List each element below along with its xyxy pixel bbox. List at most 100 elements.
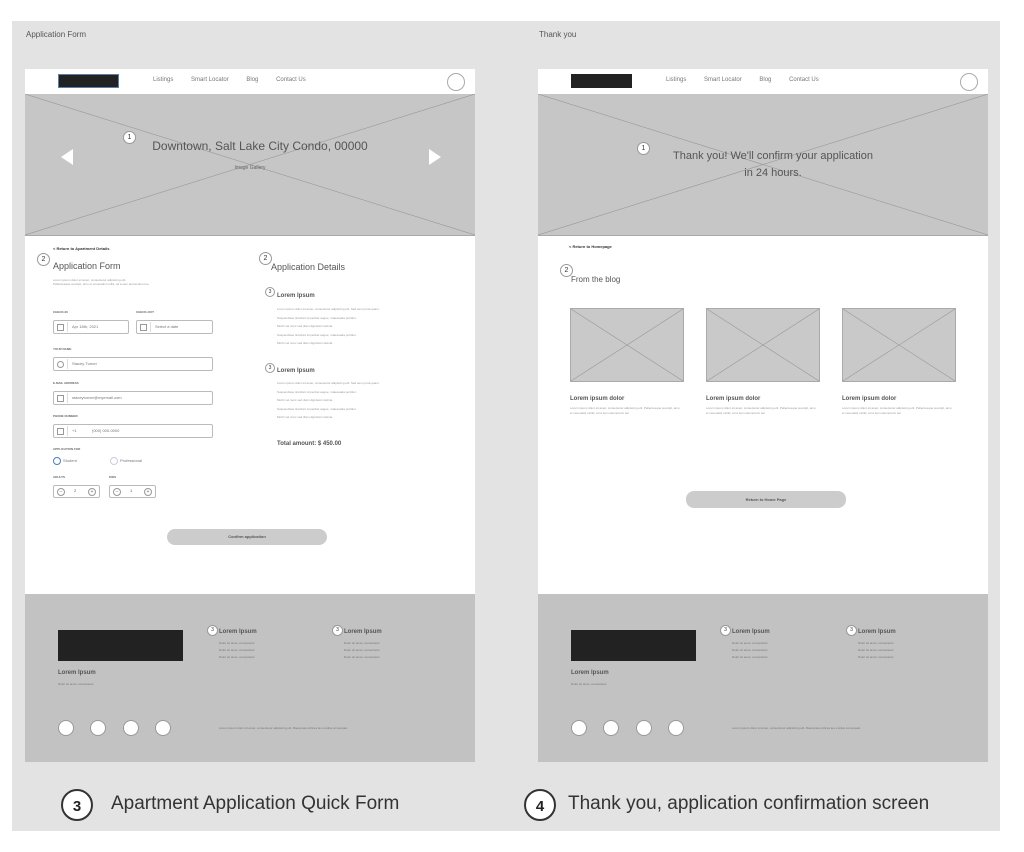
text-line: Morbi vel nunc sed diam dignissim lacini… [277, 324, 334, 328]
footer-col-title: Lorem Ipsum [219, 629, 257, 635]
footer-col-link[interactable]: Dolor sit amet, consectetur [344, 654, 380, 660]
footer-col-link[interactable]: Dolor sit amet, consectetur [344, 640, 380, 646]
nav-link-listings[interactable]: Listings [666, 77, 686, 83]
nav-link-contact[interactable]: Contact Us [276, 77, 306, 83]
name-field[interactable]: Stacey Turner [53, 357, 213, 371]
navbar: Listings Smart Locator Blog Contact Us [25, 69, 475, 95]
site-logo[interactable] [571, 74, 632, 88]
nav-link-contact[interactable]: Contact Us [789, 77, 819, 83]
email-label: E-MAIL ADDRESS [53, 381, 79, 385]
footer-col-link[interactable]: Dolor sit amet, consectetur [858, 654, 894, 660]
text-line: Suspendisse tincidunt imperdiet augue, m… [277, 406, 357, 411]
social-icon[interactable] [636, 720, 652, 736]
application-form-wireframe: Listings Smart Locator Blog Contact Us 1… [25, 69, 475, 762]
plus-icon[interactable]: + [144, 488, 152, 496]
adults-count: 2 [74, 488, 77, 493]
user-avatar-icon[interactable] [447, 73, 465, 91]
blog-post-excerpt: Lorem ipsum dolor sit amet, consectetur … [570, 406, 680, 415]
blog-post-title[interactable]: Lorem ipsum dolor [570, 396, 624, 402]
footer-col-link[interactable]: Dolor sit amet, consectetur [732, 640, 768, 646]
social-icon[interactable] [155, 720, 171, 736]
footer-col-link[interactable]: Dolor sit amet, consectetur [732, 654, 768, 660]
placeholder-cross-icon [538, 94, 988, 235]
blog-section-title: From the blog [571, 275, 621, 284]
back-link[interactable]: < Return to Apartment Details [53, 246, 109, 251]
check-in-value: Apr 18th, 2021 [72, 324, 99, 329]
image-placeholder-icon [571, 309, 683, 381]
calendar-icon [57, 324, 64, 331]
footer-logo[interactable] [571, 630, 696, 661]
kids-label: KIDS [109, 475, 117, 479]
minus-icon[interactable]: − [57, 488, 65, 496]
navbar: Listings Smart Locator Blog Contact Us [538, 69, 988, 95]
social-icon[interactable] [603, 720, 619, 736]
footer-col-link[interactable]: Dolor sit amet, consectetur [858, 647, 894, 653]
text-line: Suspendisse tincidunt imperdiet augue, m… [277, 389, 357, 394]
confirm-application-button[interactable]: Confirm application [167, 529, 327, 545]
check-out-field[interactable]: Select a date [136, 320, 213, 334]
nav-link-listings[interactable]: Listings [153, 77, 173, 83]
image-gallery-hero: 1 Downtown, Salt Lake City Condo, 00000 … [25, 94, 475, 236]
annotation-badge: 3 [265, 287, 275, 297]
email-field[interactable]: staceyturner@myemail.com [53, 391, 213, 405]
nav-links: Listings Smart Locator Blog Contact Us [153, 77, 322, 83]
form-title: Application Form [53, 261, 121, 271]
blog-post-image[interactable] [570, 308, 684, 382]
social-icon[interactable] [571, 720, 587, 736]
radio-student-label: Student [63, 458, 77, 463]
details-title: Application Details [271, 262, 346, 272]
adults-label: ADULTS [53, 475, 65, 479]
minus-icon[interactable]: − [113, 488, 121, 496]
adults-stepper[interactable]: − 2 + [53, 485, 100, 498]
text-line: Morbi vel nunc sed diam dignissim lacini… [277, 341, 334, 345]
image-placeholder-icon [843, 309, 955, 381]
text-line: Suspendisse tincidunt imperdiet augue, m… [277, 315, 357, 320]
nav-link-smart-locator[interactable]: Smart Locator [704, 77, 742, 83]
caption-text: Thank you, application confirmation scre… [568, 793, 930, 814]
caption-number: 4 [524, 789, 556, 821]
footer-logo[interactable] [58, 630, 183, 661]
footer-col-link[interactable]: Dolor sit amet, consectetur [219, 654, 255, 660]
text-line: Morbi vel nunc sed diam dignissim lacini… [277, 415, 334, 419]
footer-col-link[interactable]: Dolor sit amet, consectetur [219, 647, 255, 653]
text-line: Morbi vel nunc sed diam dignissim lacini… [277, 398, 334, 402]
user-avatar-icon[interactable] [960, 73, 978, 91]
footer: Lorem Ipsum Dolor sit amet, consectetur … [25, 594, 475, 762]
social-icon[interactable] [58, 720, 74, 736]
kids-stepper[interactable]: − 1 + [109, 485, 156, 498]
phone-field[interactable]: +1 (000) 000-0000 [53, 424, 213, 438]
footer-col-link[interactable]: Dolor sit amet, consectetur [219, 640, 255, 646]
footer-col-link[interactable]: Dolor sit amet, consectetur [732, 647, 768, 653]
check-in-field[interactable]: Apr 18th, 2021 [53, 320, 129, 334]
hero-title-line2: in 24 hours. [744, 167, 802, 179]
annotation-badge: 3 [265, 363, 275, 373]
plus-icon[interactable]: + [88, 488, 96, 496]
footer-bottom-text: Lorem ipsum dolor sit amet, consectetur … [732, 726, 861, 730]
blog-post-image[interactable] [842, 308, 956, 382]
nav-link-blog[interactable]: Blog [759, 77, 771, 83]
site-logo[interactable] [58, 74, 119, 88]
radio-student[interactable] [53, 457, 61, 465]
annotation-badge: 3 [846, 625, 857, 636]
social-icon[interactable] [123, 720, 139, 736]
blog-post-title[interactable]: Lorem ipsum dolor [842, 396, 896, 402]
footer-col-link[interactable]: Dolor sit amet, consectetur [858, 640, 894, 646]
footer-brand-subtitle: Dolor sit amet, consectetur [58, 682, 94, 686]
user-icon [57, 361, 64, 368]
confirmation-hero: 1 Thank you! We'll confirm your applicat… [538, 94, 988, 236]
return-home-button[interactable]: Return to Home Page [686, 491, 846, 508]
gallery-prev-arrow-icon[interactable] [61, 149, 73, 165]
nav-link-smart-locator[interactable]: Smart Locator [191, 77, 229, 83]
social-icon[interactable] [90, 720, 106, 736]
nav-link-blog[interactable]: Blog [246, 77, 258, 83]
blog-post-title[interactable]: Lorem ipsum dolor [706, 396, 760, 402]
back-link[interactable]: < Return to Homepage [569, 244, 612, 249]
radio-professional[interactable] [110, 457, 118, 465]
footer-col-title: Lorem Ipsum [858, 629, 896, 635]
social-icon[interactable] [668, 720, 684, 736]
blog-post-excerpt: Lorem ipsum dolor sit amet, consectetur … [706, 406, 816, 415]
email-value: staceyturner@myemail.com [72, 395, 122, 400]
text-line: Suspendisse tincidunt imperdiet augue, m… [277, 332, 357, 337]
footer-col-link[interactable]: Dolor sit amet, consectetur [344, 647, 380, 653]
blog-post-image[interactable] [706, 308, 820, 382]
